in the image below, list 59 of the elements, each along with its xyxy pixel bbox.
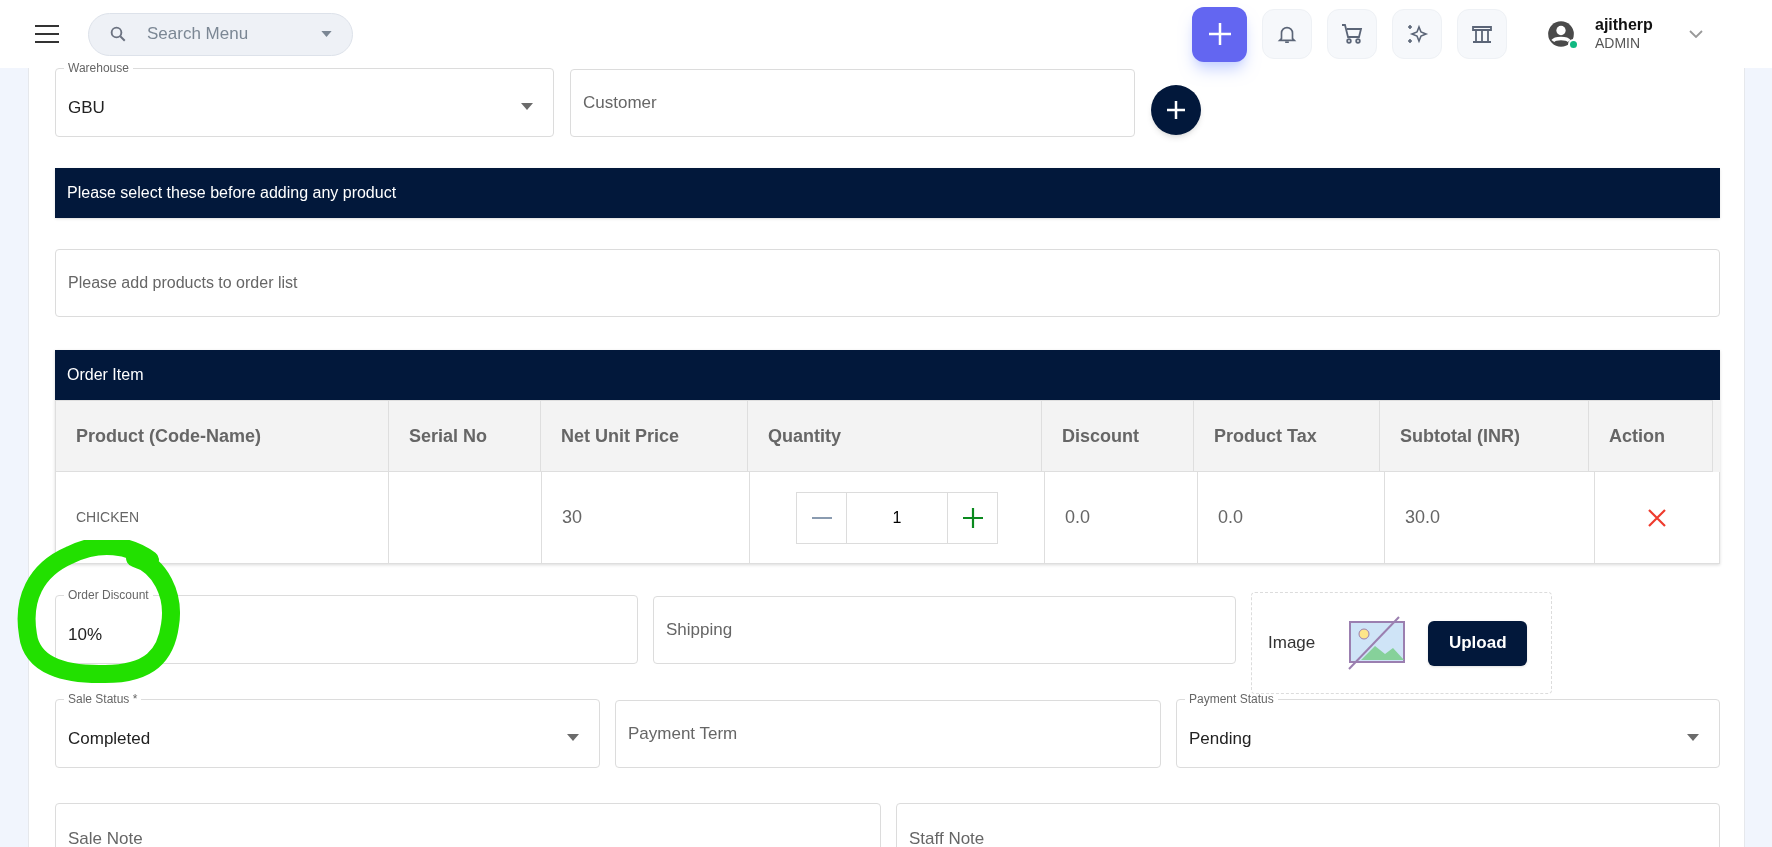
table-cell: 30.0	[1385, 472, 1595, 564]
delete-icon[interactable]	[1648, 508, 1666, 527]
select-field[interactable]: Payment Status Pending	[1176, 692, 1720, 768]
add-button[interactable]	[1192, 6, 1247, 62]
field-value: Completed	[68, 728, 152, 751]
search-icon	[109, 25, 127, 43]
cart-icon	[1340, 22, 1364, 46]
field-value: GBU	[68, 97, 106, 120]
sparkle-button[interactable]	[1392, 9, 1442, 59]
field-value: Pending	[1189, 728, 1253, 751]
field-label: Payment Status	[1188, 692, 1275, 707]
input-field[interactable]: Payment Term	[615, 700, 1161, 768]
dropdown-caret-icon	[1687, 733, 1699, 741]
quantity-field[interactable]: 1	[847, 492, 947, 543]
no-image-icon	[1347, 616, 1408, 670]
image-label: Image	[1268, 632, 1316, 655]
dropdown-caret-icon	[567, 733, 579, 741]
order-item-title: Order Item	[67, 365, 144, 385]
table-cell: CHICKEN	[55, 472, 389, 564]
note-field[interactable]: Sale Note	[55, 803, 881, 847]
field-label: Warehouse	[67, 61, 130, 76]
user-role: ADMIN	[1595, 35, 1642, 53]
sparkle-icon	[1405, 22, 1429, 46]
select-field[interactable]: Warehouse GBU	[55, 61, 554, 137]
notice-text: Please select these before adding any product	[67, 183, 397, 203]
upload-button[interactable]: Upload	[1428, 620, 1528, 666]
field-label: Sale Status *	[67, 692, 139, 707]
menu-icon[interactable]	[35, 25, 59, 43]
avatar-icon	[1547, 20, 1575, 48]
add-customer-button[interactable]	[1151, 85, 1201, 135]
quantity-stepper[interactable]: 1	[796, 491, 998, 544]
dropdown-caret-icon	[321, 31, 332, 37]
plus-icon	[962, 507, 983, 528]
input-field[interactable]: Shipping	[653, 596, 1236, 664]
column-header: Product (Code-Name)	[55, 400, 389, 472]
plus-icon	[1166, 100, 1186, 120]
store-button[interactable]	[1457, 9, 1507, 59]
field-placeholder: Staff Note	[909, 829, 985, 847]
field-placeholder: Sale Note	[68, 829, 143, 847]
dropdown-caret-icon	[521, 102, 533, 110]
plus-icon	[1206, 21, 1233, 47]
minus-icon	[811, 516, 832, 519]
user-name: ajitherp	[1595, 15, 1653, 36]
notification-button[interactable]	[1262, 9, 1312, 59]
note-field[interactable]: Staff Note	[896, 803, 1720, 847]
cart-button[interactable]	[1327, 9, 1377, 59]
input-field[interactable]: Customer	[570, 69, 1135, 137]
select-field[interactable]: Sale Status * Completed	[55, 692, 600, 768]
column-header: Action	[1588, 400, 1713, 472]
search-placeholder: Search Menu	[147, 23, 249, 46]
product-search-field[interactable]: Please add products to order list	[55, 249, 1720, 317]
column-header: Quantity	[747, 400, 1042, 472]
field-label: Order Discount	[67, 588, 150, 603]
table-cell: 0.0	[1198, 472, 1385, 564]
table-cell: 30	[542, 472, 750, 564]
chevron-down-icon[interactable]	[1688, 30, 1703, 38]
field-value: 10%	[68, 624, 104, 647]
table-cell: 0.0	[1045, 472, 1198, 564]
select-field[interactable]: Order Discount 10%	[55, 588, 638, 664]
